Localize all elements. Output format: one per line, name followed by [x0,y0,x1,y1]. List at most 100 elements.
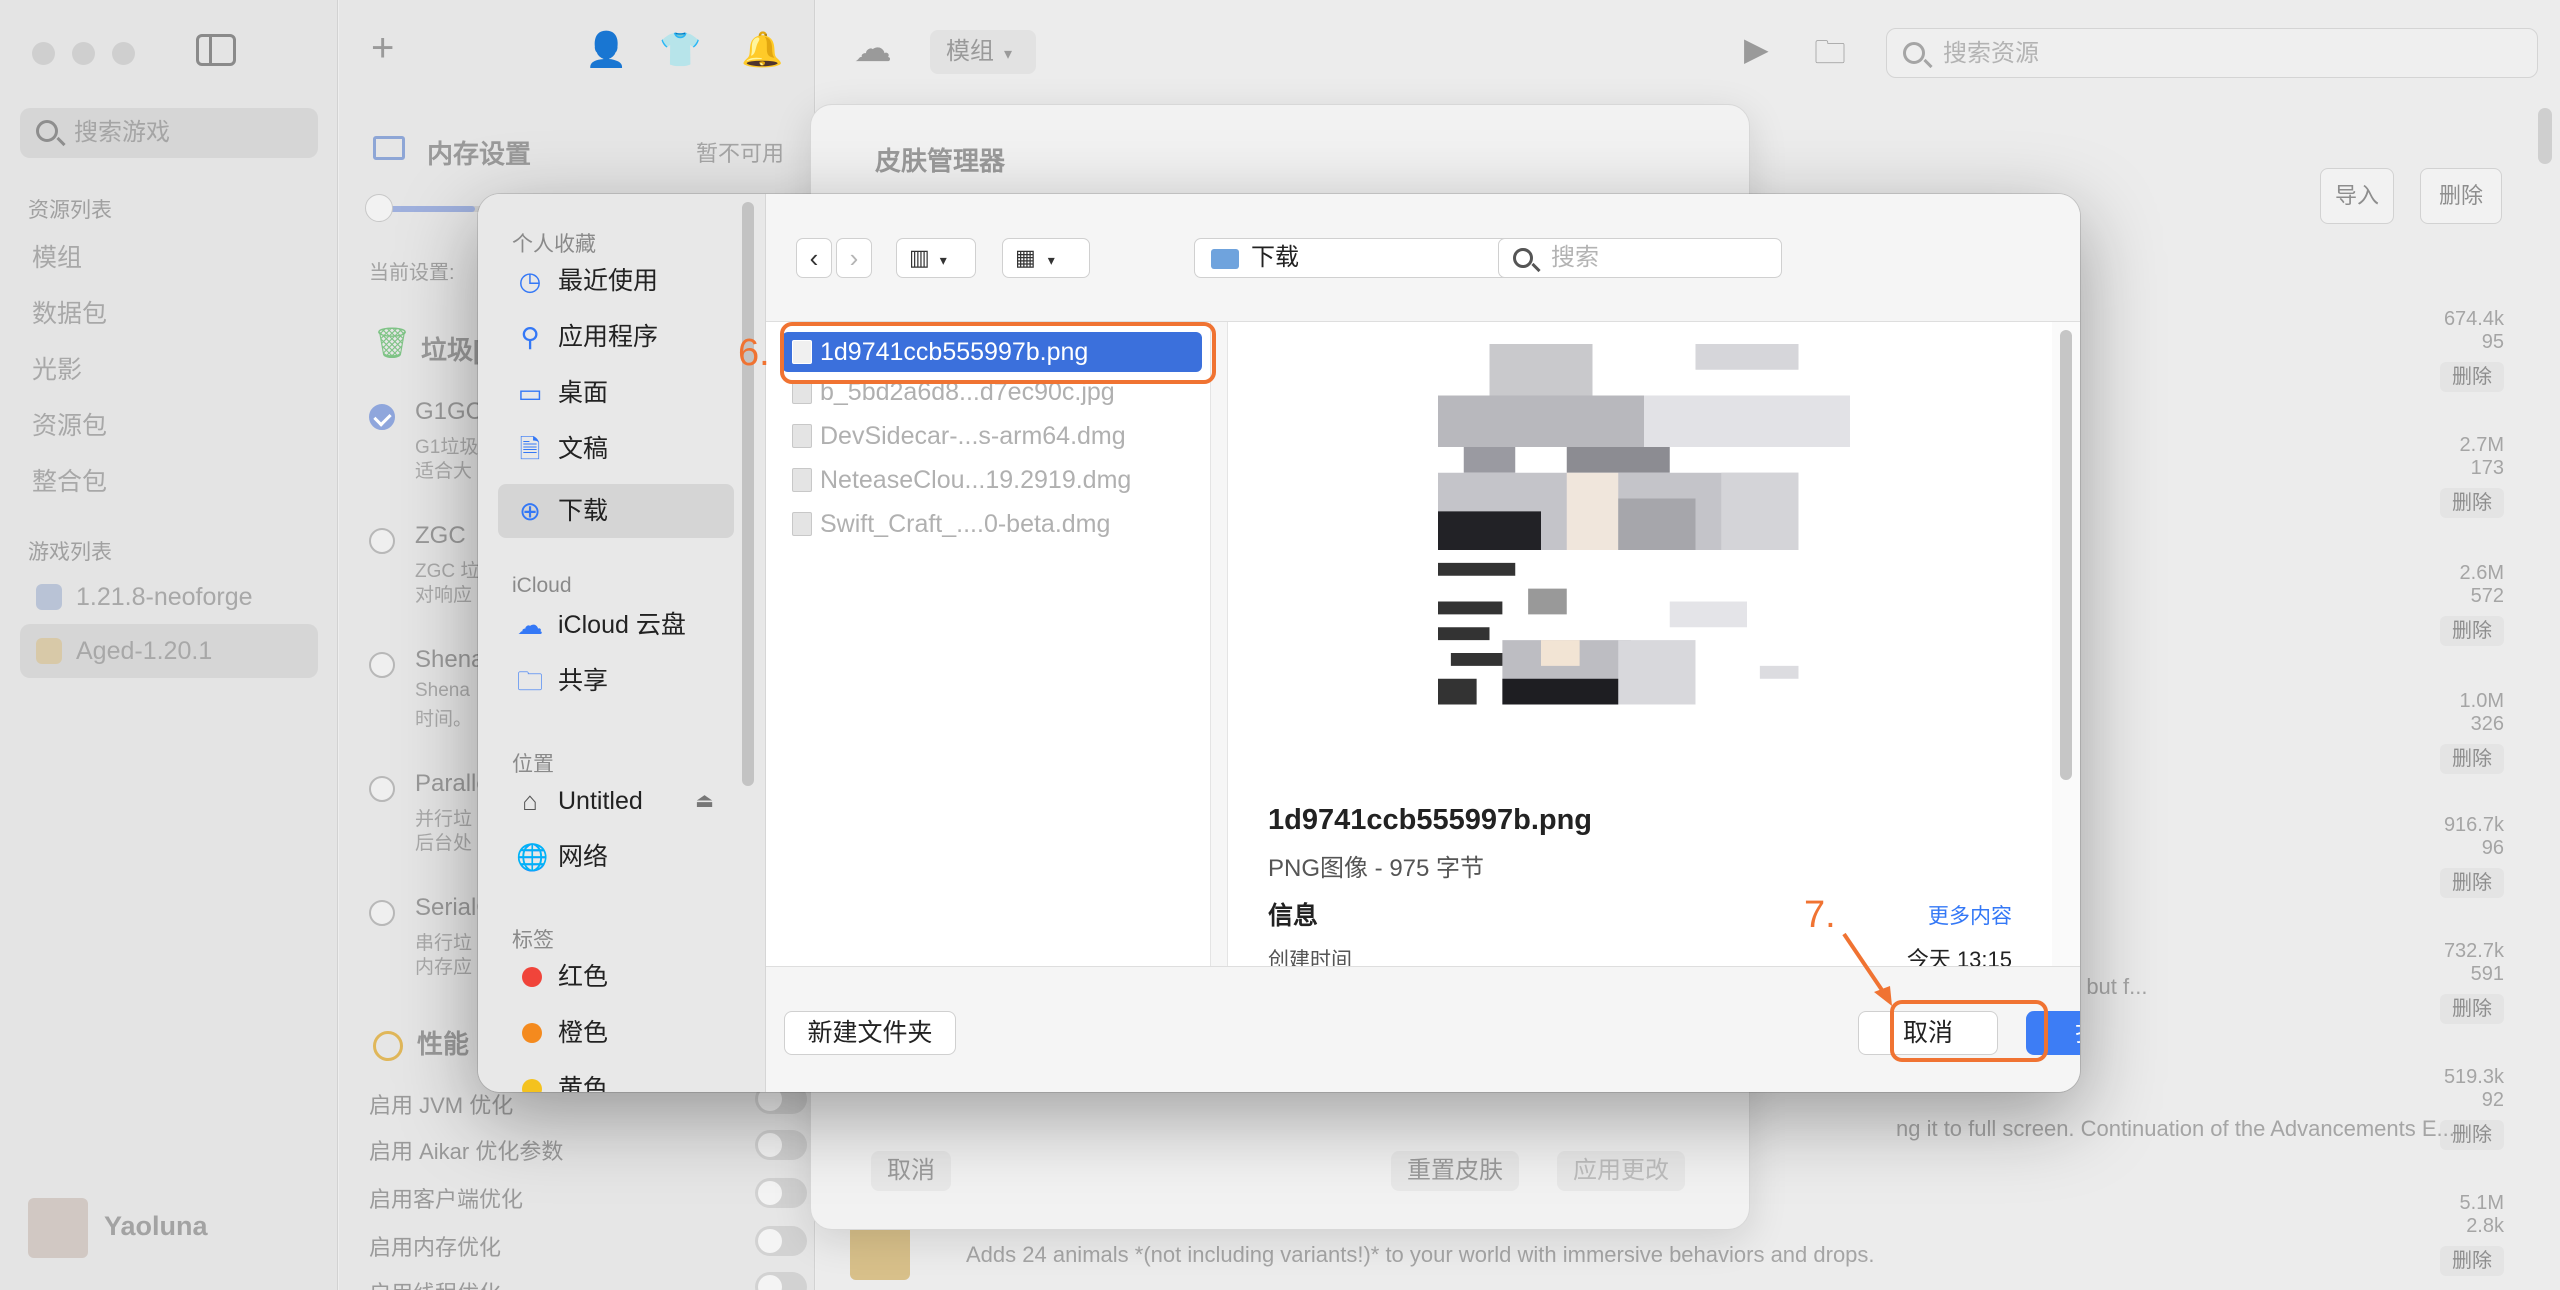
gc-name: ZGC [415,522,466,549]
mod-stats: 916.7k 96 删除 [2440,814,2504,898]
columns-icon: ▥ [909,245,930,270]
main-scrollbar[interactable] [2538,108,2552,164]
user-profile[interactable]: Yaoluna [28,1196,208,1258]
sidebar-item-datapacks[interactable]: 数据包 [32,294,107,330]
file-row[interactable]: Swift_Craft_....0-beta.dmg [782,504,1202,544]
game-search-input[interactable]: 搜索游戏 [20,108,318,158]
sidebar-tag-yellow[interactable]: 黄色 [498,1062,734,1092]
folder-icon[interactable]: 🗀 [1814,30,1846,84]
preview-scrollbar[interactable] [2052,322,2080,966]
sidebar-item-shared[interactable]: 🗀 共享 [498,654,734,708]
sidebar-item-mods[interactable]: 模组 [32,238,82,274]
add-user-icon[interactable]: 👤 [585,30,627,70]
sidebar-tag-red[interactable]: 红色 [498,950,734,1004]
cloud-icon: ☁ [517,610,543,640]
file-list: 1d9741ccb555997b.png b_5bd2a6d8...d7ec90… [766,322,1228,966]
toggle-switch[interactable] [755,1272,807,1290]
app-window: 搜索游戏 资源列表 模组 数据包 光影 资源包 整合包 游戏列表 1.21.8-… [0,0,2560,1290]
annotation-step-7: 7. [1804,894,1836,936]
avatar [28,1198,88,1258]
mod-delete-button[interactable]: 删除 [2440,488,2504,518]
sidebar-item-documents[interactable]: 🗎 文稿 [498,422,734,476]
chevron-down-icon: ▾ [939,252,947,268]
new-folder-button[interactable]: 新建文件夹 [784,1011,956,1055]
likes-count: 326 [2470,713,2504,735]
preview-info-label: 信息 [1268,902,1319,930]
zoom-window-button[interactable] [112,42,135,65]
group-view-button[interactable]: ▦ ▾ [1002,238,1090,278]
close-window-button[interactable] [32,42,55,65]
reset-skin-button[interactable]: 重置皮肤 [1391,1151,1519,1191]
switch-label: 启用 JVM 优化 [369,1093,514,1118]
resource-search-input[interactable]: 搜索资源 [1886,28,2538,78]
mod-description: Adds 24 animals *(not including variants… [966,1242,1875,1267]
sidebar-item-network[interactable]: 🌐 网络 [498,830,734,884]
radio-checked[interactable] [369,404,395,430]
sidebar-item-resourcepacks[interactable]: 资源包 [32,406,107,442]
search-placeholder: 搜索资源 [1943,40,2039,67]
mod-delete-button[interactable]: 删除 [2440,616,2504,646]
dialog-search-input[interactable]: 搜索 [1498,238,1782,278]
toggle-switch[interactable] [755,1226,807,1256]
radio[interactable] [369,528,395,554]
column-view-button[interactable]: ▥ ▾ [896,238,976,278]
sidebar-item-desktop[interactable]: ▭ 桌面 [498,366,734,420]
play-icon[interactable]: ▶ [1744,30,1769,68]
gc-desc: Shena [415,680,470,701]
sidebar-item-applications[interactable]: ⚲ 应用程序 [498,310,734,364]
mod-delete-button[interactable]: 删除 [2440,744,2504,774]
mod-delete-button[interactable]: 删除 [2440,994,2504,1024]
document-icon: 🗎 [519,434,541,464]
file-row[interactable]: DevSidecar-...s-arm64.dmg [782,416,1202,456]
mod-delete-button[interactable]: 删除 [2440,362,2504,392]
sidebar-item-untitled-volume[interactable]: ⌂ Untitled ⏏ [498,774,734,828]
sidebar-item-downloads[interactable]: ⊕ 下载 [498,484,734,538]
item-label: Untitled [558,787,643,815]
sidebar-item-recents[interactable]: ◷ 最近使用 [498,254,734,308]
delete-button[interactable]: 删除 [2420,168,2502,224]
toggle-switch[interactable] [755,1130,807,1160]
sidebar-tag-orange[interactable]: 橙色 [498,1006,734,1060]
performance-title: 性能 [373,1024,469,1062]
radio[interactable] [369,652,395,678]
preview-file-name: 1d9741ccb555997b.png [1268,804,1593,836]
add-icon[interactable]: + [371,26,394,71]
sidebar-item-modpacks[interactable]: 整合包 [32,462,107,498]
desktop-icon: ▭ [517,378,543,408]
skin-shirt-icon[interactable]: 👕 [659,30,701,70]
apply-changes-button[interactable]: 应用更改 [1557,1151,1685,1191]
radio[interactable] [369,900,395,926]
sidebar-scrollbar[interactable] [742,202,754,786]
column-resize-handle[interactable] [1210,322,1228,966]
item-label: iCloud 云盘 [558,611,686,639]
switch-label: 启用内存优化 [369,1235,502,1260]
resource-type-dropdown[interactable]: 模组 ▾ [930,30,1036,74]
mod-delete-button[interactable]: 删除 [2440,1246,2504,1276]
chevron-down-icon: ▾ [1004,46,1013,63]
sidebar-item-shaders[interactable]: 光影 [32,350,82,386]
dropdown-value: 模组 [946,38,994,65]
forward-button[interactable]: › [836,238,872,278]
location-value: 下载 [1251,244,1299,271]
sidebar-toggle-icon[interactable] [196,34,236,66]
skin-cancel-button[interactable]: 取消 [871,1151,951,1191]
import-button[interactable]: 导入 [2320,168,2394,224]
mod-delete-button[interactable]: 删除 [2440,868,2504,898]
switch-row: 启用客户端优化 [369,1178,807,1214]
more-info-link[interactable]: 更多内容 [1928,900,2012,930]
bell-icon[interactable]: 🔔 [741,30,783,70]
switch-row: 启用 JVM 优化 [369,1084,807,1120]
minimize-window-button[interactable] [72,42,95,65]
file-row[interactable]: NeteaseClou...19.2919.dmg [782,460,1202,500]
cloud-download-icon[interactable]: ☁ [854,26,892,71]
disk-image-icon [792,512,812,536]
eject-icon[interactable]: ⏏ [695,774,714,828]
slider-knob[interactable] [365,194,393,222]
scrollbar-thumb[interactable] [2060,330,2072,780]
sidebar-game-item-selected[interactable]: Aged-1.20.1 [20,624,318,678]
back-button[interactable]: ‹ [796,238,832,278]
toggle-switch[interactable] [755,1178,807,1208]
sidebar-game-item[interactable]: 1.21.8-neoforge [20,570,318,624]
sidebar-item-icloud-drive[interactable]: ☁ iCloud 云盘 [498,598,734,652]
radio[interactable] [369,776,395,802]
